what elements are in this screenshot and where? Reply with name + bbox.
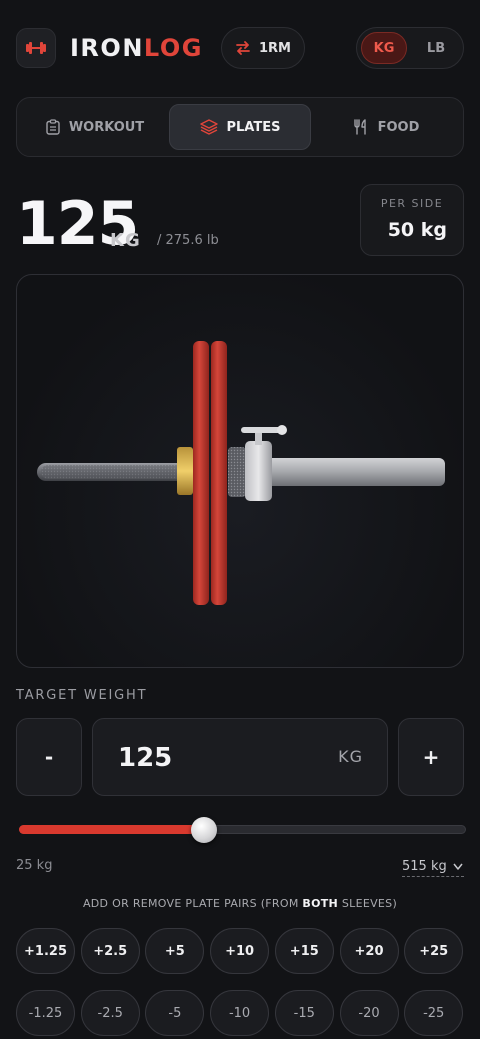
add-2_5-button[interactable]: +2.5 <box>80 928 140 974</box>
plate-pairs-label: ADD OR REMOVE PLATE PAIRS (FROM BOTH SLE… <box>0 897 480 910</box>
slider-max-select[interactable]: 515 kg <box>402 857 464 877</box>
tab-food[interactable]: FOOD <box>315 104 457 150</box>
per-side-label: PER SIDE <box>380 197 444 210</box>
main-tabs: WORKOUT PLATES FOOD <box>16 97 464 157</box>
remove-25-button[interactable]: -25 <box>404 990 464 1036</box>
target-weight-label: TARGET WEIGHT <box>16 688 148 703</box>
remove-15-button[interactable]: -15 <box>274 990 334 1036</box>
remove-1_25-button[interactable]: -1.25 <box>16 990 75 1036</box>
slider-max-label: 515 kg <box>402 859 447 874</box>
dumbbell-icon <box>26 42 46 54</box>
lb-equivalent: / 275.6 lb <box>157 233 219 248</box>
weight-slider-fill <box>19 825 204 834</box>
target-weight-value: 125 <box>118 743 173 773</box>
add-1_25-button[interactable]: +1.25 <box>16 928 75 974</box>
clamp-ring <box>228 447 246 497</box>
remove-5-button[interactable]: -5 <box>145 990 205 1036</box>
bar-sleeve <box>253 458 445 486</box>
barbell-viewer <box>16 274 464 668</box>
brand-iron: IRON <box>70 34 144 62</box>
remove-10-button[interactable]: -10 <box>210 990 270 1036</box>
pairs-label-bold: BOTH <box>302 897 339 910</box>
tab-plates-label: PLATES <box>226 119 281 135</box>
unit-kg-option[interactable]: KG <box>361 32 408 64</box>
unit-toggle[interactable]: KG LB <box>356 27 464 69</box>
remove-20-button[interactable]: -20 <box>339 990 399 1036</box>
fork-knife-icon <box>353 119 366 135</box>
plate-1 <box>193 341 209 605</box>
swap-arrows-icon <box>236 41 250 55</box>
remove-2_5-button[interactable]: -2.5 <box>80 990 140 1036</box>
one-rm-label: 1RM <box>259 40 291 56</box>
barbell-illustration <box>37 341 445 605</box>
pairs-label-before: ADD OR REMOVE PLATE PAIRS (FROM <box>82 897 303 910</box>
tab-plates[interactable]: PLATES <box>169 104 311 150</box>
brand-log: LOG <box>143 34 203 62</box>
tab-food-label: FOOD <box>377 119 420 135</box>
add-25-button[interactable]: +25 <box>404 928 464 974</box>
pairs-label-after: SLEEVES) <box>338 897 398 910</box>
target-weight-unit: KG <box>338 747 363 766</box>
layers-icon <box>199 119 218 135</box>
unit-lb-option[interactable]: LB <box>413 32 459 64</box>
decrement-button[interactable]: - <box>16 718 82 796</box>
clipboard-icon <box>46 119 60 135</box>
increment-button[interactable]: + <box>398 718 464 796</box>
inner-collar <box>177 447 193 495</box>
plate-2 <box>211 341 227 605</box>
tab-workout-label: WORKOUT <box>68 119 145 135</box>
tab-workout[interactable]: WORKOUT <box>25 104 165 150</box>
add-20-button[interactable]: +20 <box>339 928 399 974</box>
total-weight-unit: KG <box>110 230 141 251</box>
per-side-card: PER SIDE 50 kg <box>360 184 464 256</box>
add-5-button[interactable]: +5 <box>145 928 205 974</box>
target-weight-input[interactable]: 125 KG <box>92 718 388 796</box>
per-side-value: 50 kg <box>387 219 447 241</box>
dumbbell-logo-button[interactable] <box>16 28 56 68</box>
one-rm-button[interactable]: 1RM <box>221 27 305 69</box>
add-15-button[interactable]: +15 <box>274 928 334 974</box>
app-brand: IRON LOG <box>70 34 203 62</box>
weight-slider-thumb[interactable] <box>190 817 217 843</box>
collar-clamp <box>245 441 272 501</box>
chevron-down-icon <box>453 863 463 870</box>
slider-min-label: 25 kg <box>16 858 53 873</box>
add-10-button[interactable]: +10 <box>210 928 270 974</box>
